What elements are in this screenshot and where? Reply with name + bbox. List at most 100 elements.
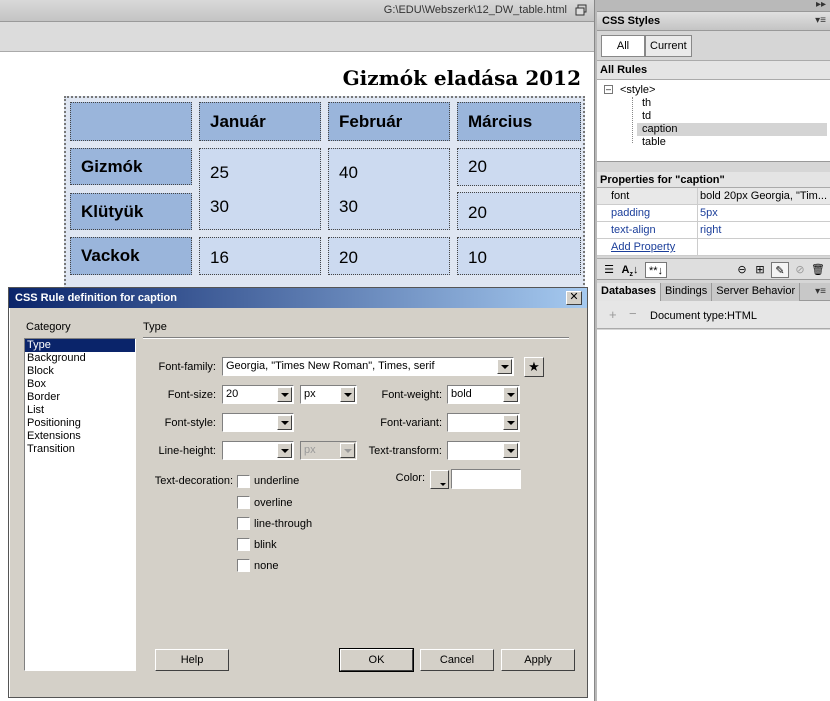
- category-item-background[interactable]: Background: [25, 352, 135, 365]
- disable-icon[interactable]: ⊘: [793, 262, 807, 278]
- none-checkbox[interactable]: [237, 559, 250, 572]
- alphabetical-view-icon[interactable]: Az↓: [621, 262, 639, 278]
- tab-current[interactable]: Current: [645, 35, 692, 57]
- category-item-box[interactable]: Box: [25, 378, 135, 391]
- font-size-unit-select[interactable]: px: [300, 385, 357, 404]
- chevron-down-icon[interactable]: [277, 443, 292, 458]
- row-label-klutyuk[interactable]: Klütyük: [70, 193, 192, 230]
- header-cell-februar[interactable]: Február: [328, 102, 450, 141]
- tree-item-caption[interactable]: caption: [637, 123, 827, 136]
- chevron-down-icon[interactable]: [503, 387, 518, 402]
- add-property-row[interactable]: Add Property: [597, 239, 830, 256]
- cancel-button[interactable]: Cancel: [420, 649, 494, 671]
- dialog-title-bar[interactable]: CSS Rule definition for caption ✕: [9, 288, 587, 308]
- tab-server-behaviors[interactable]: Server Behavior: [712, 283, 801, 301]
- tree-item-td[interactable]: td: [642, 110, 651, 123]
- tree-item-style[interactable]: <style>: [620, 84, 655, 97]
- db-panel-menu-icon[interactable]: ▾≡: [815, 286, 826, 297]
- tree-item-th[interactable]: th: [642, 97, 651, 110]
- underline-checkbox[interactable]: [237, 475, 250, 488]
- font-size-unit-value: px: [304, 388, 316, 400]
- document-toolbar: [0, 22, 597, 52]
- color-picker-button[interactable]: [430, 470, 449, 489]
- all-rules-header: All Rules: [597, 60, 830, 80]
- category-item-type[interactable]: Type: [25, 339, 135, 352]
- document-type: Document type:HTML: [650, 310, 757, 322]
- text-transform-select[interactable]: [447, 441, 520, 460]
- line-height-select[interactable]: [222, 441, 294, 460]
- chevron-down-icon[interactable]: [277, 387, 292, 402]
- star-icon[interactable]: ★: [524, 357, 544, 377]
- properties-table[interactable]: font bold 20px Georgia, "Tim... padding …: [597, 188, 830, 256]
- collapse-icon[interactable]: –: [604, 85, 613, 94]
- color-input[interactable]: [451, 469, 521, 489]
- chevron-down-icon[interactable]: [503, 415, 518, 430]
- chevron-down-icon[interactable]: [503, 443, 518, 458]
- font-weight-label: Font-weight:: [381, 389, 442, 401]
- blink-checkbox[interactable]: [237, 538, 250, 551]
- tree-guide: [632, 97, 633, 143]
- new-rule-icon[interactable]: ⊞: [753, 262, 767, 278]
- help-button[interactable]: Help: [155, 649, 229, 671]
- cell-value: 30: [210, 197, 229, 216]
- data-cell-gizmok-klutyuk-januar[interactable]: 25 30: [199, 148, 321, 230]
- rules-tree[interactable]: – <style> th td caption table: [597, 80, 830, 162]
- category-list[interactable]: Type Background Block Box Border List Po…: [24, 338, 136, 671]
- property-name: font: [611, 190, 630, 202]
- panel-menu-icon[interactable]: ▾≡: [815, 15, 826, 26]
- category-item-positioning[interactable]: Positioning: [25, 417, 135, 430]
- font-size-select[interactable]: 20: [222, 385, 294, 404]
- trash-icon[interactable]: 🗑: [811, 262, 825, 278]
- data-cell-klutyuk-marcius[interactable]: 20: [457, 192, 581, 230]
- data-cell-vackok-marcius[interactable]: 10: [457, 237, 581, 275]
- row-label-gizmok[interactable]: Gizmók: [70, 148, 192, 185]
- tree-item-table[interactable]: table: [642, 136, 666, 149]
- property-value: 5px: [700, 207, 718, 219]
- tab-databases[interactable]: Databases: [597, 283, 662, 301]
- chevron-down-icon[interactable]: [340, 387, 355, 402]
- font-family-select[interactable]: Georgia, "Times New Roman", Times, serif: [222, 357, 514, 376]
- font-weight-select[interactable]: bold: [447, 385, 520, 404]
- tab-bindings[interactable]: Bindings: [661, 283, 713, 301]
- property-row-padding[interactable]: padding 5px: [597, 205, 830, 222]
- ok-button[interactable]: OK: [339, 648, 414, 672]
- table-caption[interactable]: Gizmók eladása 2012: [343, 66, 581, 90]
- font-style-select[interactable]: [222, 413, 294, 432]
- header-cell-januar[interactable]: Január: [199, 102, 321, 141]
- header-cell-empty[interactable]: [70, 102, 192, 141]
- data-cell-gizmok-klutyuk-februar[interactable]: 40 30: [328, 148, 450, 230]
- remove-icon[interactable]: −: [629, 306, 637, 321]
- add-icon[interactable]: +: [609, 307, 617, 322]
- property-row-font[interactable]: font bold 20px Georgia, "Tim...: [597, 188, 830, 205]
- css-styles-header[interactable]: CSS Styles ▾≡: [597, 12, 830, 31]
- tab-all[interactable]: All: [601, 35, 645, 57]
- line-through-checkbox[interactable]: [237, 517, 250, 530]
- category-item-transition[interactable]: Transition: [25, 443, 135, 456]
- category-item-list[interactable]: List: [25, 404, 135, 417]
- font-variant-select[interactable]: [447, 413, 520, 432]
- overline-checkbox[interactable]: [237, 496, 250, 509]
- cell-value: 10: [468, 248, 487, 267]
- close-button[interactable]: ✕: [566, 291, 582, 305]
- edit-rule-icon[interactable]: ✎: [771, 262, 789, 278]
- chevron-down-icon[interactable]: [497, 359, 512, 374]
- data-cell-vackok-februar[interactable]: 20: [328, 237, 450, 275]
- restore-window-icon[interactable]: [575, 4, 587, 16]
- category-item-border[interactable]: Border: [25, 391, 135, 404]
- chevron-down-icon[interactable]: [277, 415, 292, 430]
- cell-value: 40: [339, 163, 358, 182]
- property-row-text-align[interactable]: text-align right: [597, 222, 830, 239]
- set-properties-view-icon[interactable]: **↓: [645, 262, 667, 278]
- expand-icon[interactable]: ▸▸: [816, 0, 826, 10]
- category-item-extensions[interactable]: Extensions: [25, 430, 135, 443]
- data-cell-gizmok-marcius[interactable]: 20: [457, 148, 581, 186]
- category-item-block[interactable]: Block: [25, 365, 135, 378]
- attach-stylesheet-icon[interactable]: ⊖: [735, 262, 749, 278]
- add-property-link[interactable]: Add Property: [611, 241, 675, 253]
- row-label-vackok[interactable]: Vackok: [70, 237, 192, 275]
- data-cell-vackok-januar[interactable]: 16: [199, 237, 321, 275]
- category-view-icon[interactable]: ☰: [601, 262, 617, 278]
- apply-button[interactable]: Apply: [501, 649, 575, 671]
- header-cell-marcius[interactable]: Március: [457, 102, 581, 141]
- line-height-unit-select: px: [300, 441, 357, 460]
